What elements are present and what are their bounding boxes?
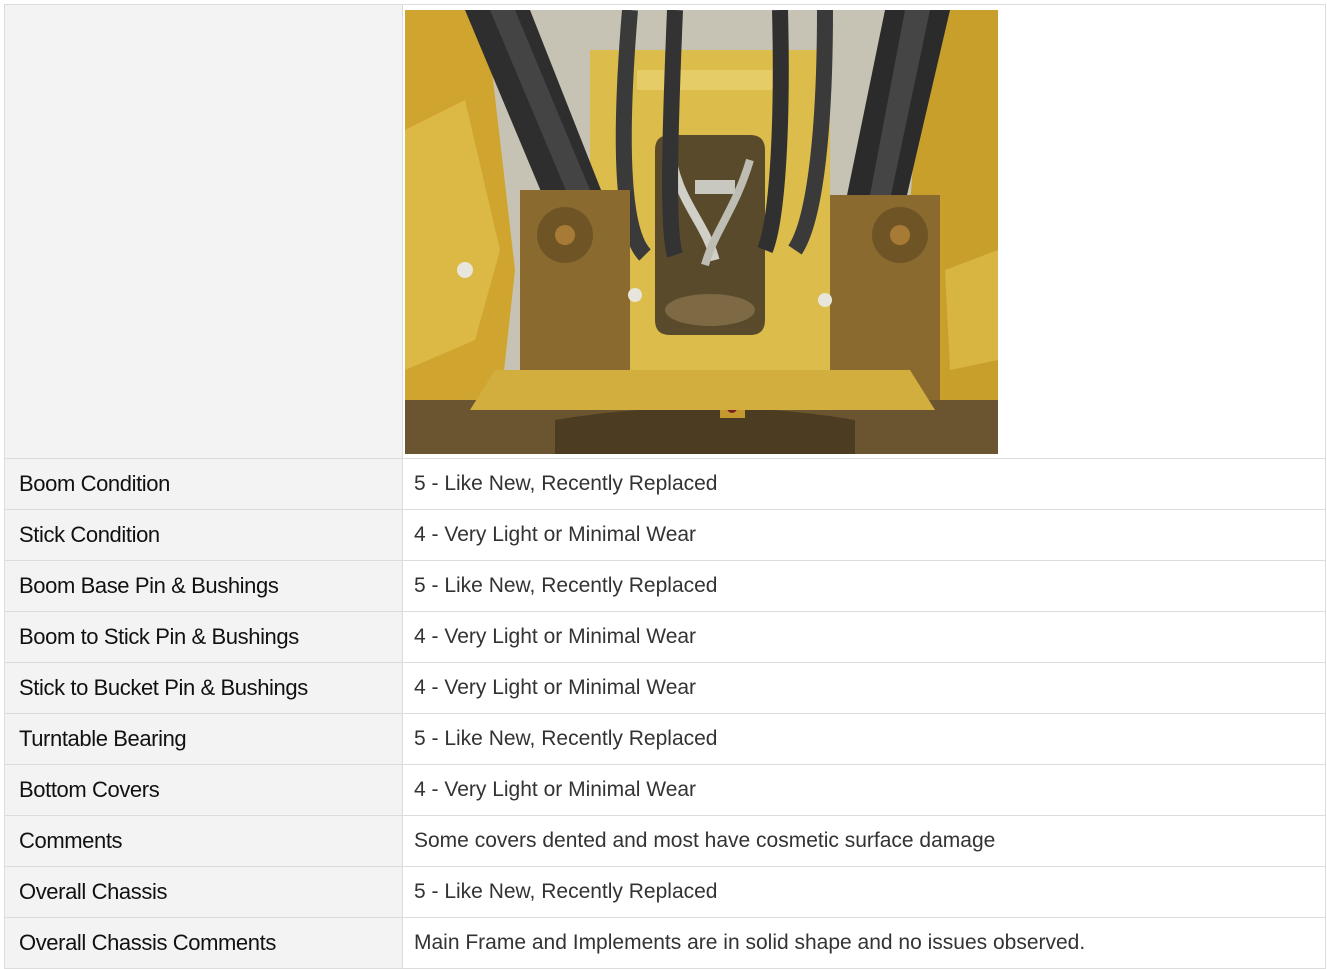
row-value: 4 - Very Light or Minimal Wear [402, 662, 1326, 714]
row-label: Boom to Stick Pin & Bushings [4, 611, 403, 663]
inspection-table: Boom Condition 5 - Like New, Recently Re… [4, 4, 1326, 969]
row-value: 5 - Like New, Recently Replaced [402, 560, 1326, 612]
table-row: Stick to Bucket Pin & Bushings 4 - Very … [4, 662, 1326, 714]
row-value: Some covers dented and most have cosmeti… [402, 815, 1326, 867]
row-label: Overall Chassis [4, 866, 403, 918]
photo-cell [402, 4, 1326, 459]
row-value: Main Frame and Implements are in solid s… [402, 917, 1326, 969]
photo-label-cell [4, 4, 403, 459]
table-row: Boom to Stick Pin & Bushings 4 - Very Li… [4, 611, 1326, 663]
table-row: Stick Condition 4 - Very Light or Minima… [4, 509, 1326, 561]
row-label: Turntable Bearing [4, 713, 403, 765]
row-label: Stick Condition [4, 509, 403, 561]
row-value: 5 - Like New, Recently Replaced [402, 866, 1326, 918]
row-label: Bottom Covers [4, 764, 403, 816]
row-value: 4 - Very Light or Minimal Wear [402, 764, 1326, 816]
table-row: Bottom Covers 4 - Very Light or Minimal … [4, 764, 1326, 816]
table-row: Overall Chassis Comments Main Frame and … [4, 917, 1326, 969]
row-label: Overall Chassis Comments [4, 917, 403, 969]
row-value: 5 - Like New, Recently Replaced [402, 458, 1326, 510]
row-value: 4 - Very Light or Minimal Wear [402, 509, 1326, 561]
row-value: 5 - Like New, Recently Replaced [402, 713, 1326, 765]
table-row: Boom Base Pin & Bushings 5 - Like New, R… [4, 560, 1326, 612]
row-label: Stick to Bucket Pin & Bushings [4, 662, 403, 714]
table-row: Overall Chassis 5 - Like New, Recently R… [4, 866, 1326, 918]
row-label: Boom Base Pin & Bushings [4, 560, 403, 612]
table-row: Turntable Bearing 5 - Like New, Recently… [4, 713, 1326, 765]
table-row: Comments Some covers dented and most hav… [4, 815, 1326, 867]
table-row: Boom Condition 5 - Like New, Recently Re… [4, 458, 1326, 510]
row-label: Boom Condition [4, 458, 403, 510]
photo-row [4, 4, 1326, 459]
row-value: 4 - Very Light or Minimal Wear [402, 611, 1326, 663]
excavator-photo[interactable] [405, 9, 998, 454]
row-label: Comments [4, 815, 403, 867]
